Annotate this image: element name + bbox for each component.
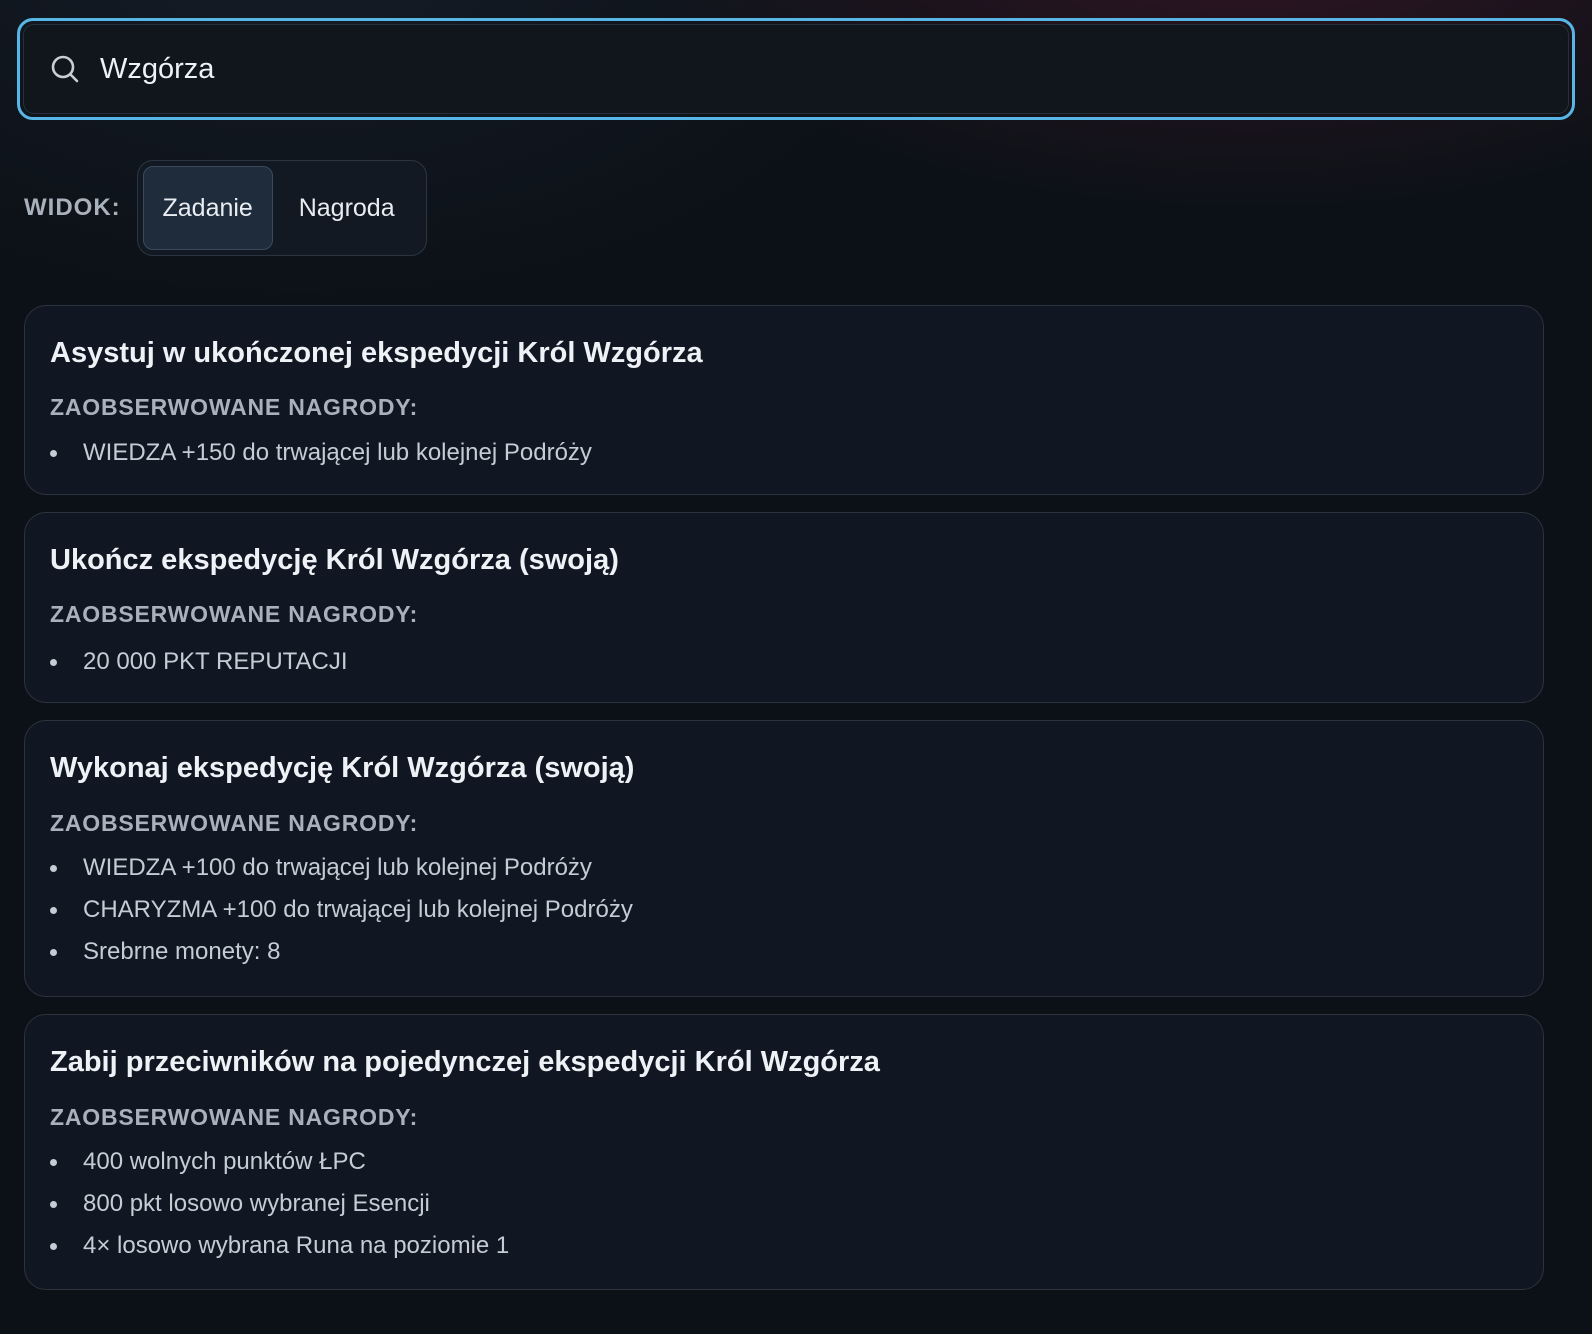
search-box	[17, 18, 1575, 120]
reward-list: 400 wolnych punktów ŁPC 800 pkt losowo w…	[50, 1141, 509, 1267]
reward-item: 400 wolnych punktów ŁPC	[50, 1141, 509, 1183]
search-icon	[50, 54, 80, 84]
rewards-label: ZAOBSERWOWANE NAGRODY:	[50, 1104, 419, 1130]
reward-list: WIEDZA +100 do trwającej lub kolejnej Po…	[50, 847, 633, 973]
quest-card: Wykonaj ekspedycję Król Wzgórza (swoją) …	[24, 720, 1544, 997]
reward-item: Srebrne monety: 8	[50, 931, 633, 973]
reward-item: WIEDZA +150 do trwającej lub kolejnej Po…	[50, 432, 592, 474]
view-toggle-row: WIDOK: Zadanie Nagroda	[24, 160, 427, 256]
quest-title: Zabij przeciwników na pojedynczej eksped…	[50, 1046, 880, 1078]
view-segmented-control: Zadanie Nagroda	[136, 160, 427, 256]
reward-item: 800 pkt losowo wybranej Esencji	[50, 1183, 509, 1225]
view-option-task[interactable]: Zadanie	[142, 166, 273, 250]
rewards-label: ZAOBSERWOWANE NAGRODY:	[50, 394, 419, 420]
search-field-container	[23, 24, 1569, 114]
rewards-label: ZAOBSERWOWANE NAGRODY:	[50, 810, 419, 836]
quest-card: Asystuj w ukończonej ekspedycji Król Wzg…	[24, 305, 1544, 495]
search-input[interactable]	[100, 39, 1568, 99]
quest-card: Ukończ ekspedycję Król Wzgórza (swoją) Z…	[24, 512, 1544, 703]
view-label: WIDOK:	[24, 194, 121, 221]
view-option-reward[interactable]: Nagroda	[273, 166, 421, 250]
reward-item: 4× losowo wybrana Runa na poziomie 1	[50, 1225, 509, 1267]
rewards-label: ZAOBSERWOWANE NAGRODY:	[50, 601, 419, 627]
quest-title: Wykonaj ekspedycję Król Wzgórza (swoją)	[50, 752, 635, 784]
reward-list: 20 000 PKT REPUTACJI	[50, 641, 348, 683]
quest-title: Ukończ ekspedycję Król Wzgórza (swoją)	[50, 544, 619, 576]
page: WIDOK: Zadanie Nagroda Asystuj w ukończo…	[0, 0, 1592, 1334]
reward-item: CHARYZMA +100 do trwającej lub kolejnej …	[50, 889, 633, 931]
reward-item: WIEDZA +100 do trwającej lub kolejnej Po…	[50, 847, 633, 889]
reward-list: WIEDZA +150 do trwającej lub kolejnej Po…	[50, 432, 592, 474]
quest-card: Zabij przeciwników na pojedynczej eksped…	[24, 1014, 1544, 1290]
reward-item: 20 000 PKT REPUTACJI	[50, 641, 348, 683]
quest-title: Asystuj w ukończonej ekspedycji Król Wzg…	[50, 337, 703, 369]
